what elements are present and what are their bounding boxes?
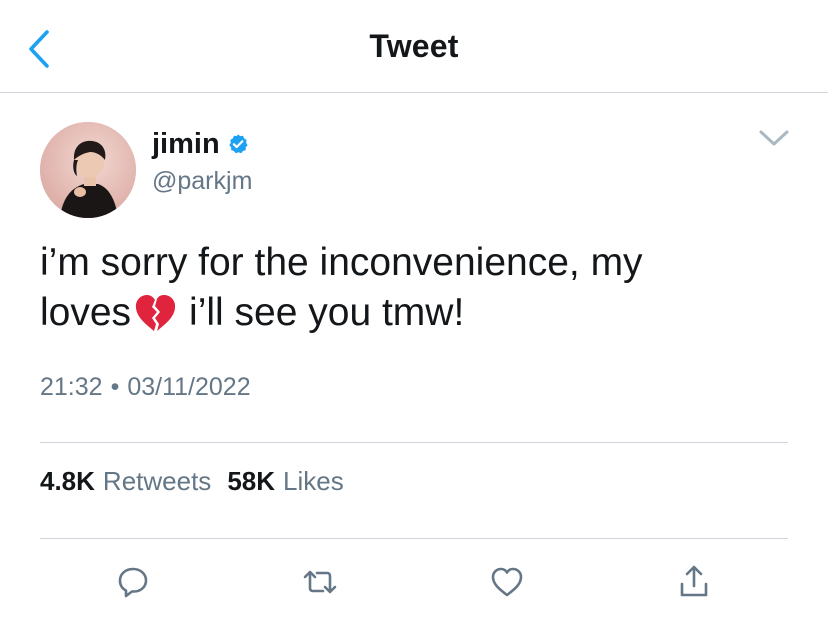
author-handle[interactable]: @parkjm [152,167,252,196]
tweet-text-segment: i’ll see you tmw! [189,291,465,334]
tweet-date: 03/11/2022 [127,373,251,401]
reply-icon [118,567,148,598]
share-icon [680,565,708,597]
reply-button[interactable] [111,560,155,604]
like-icon [491,567,523,597]
meta-separator: • [110,373,120,401]
like-button[interactable] [485,560,529,604]
retweet-icon [303,570,337,594]
retweets-count[interactable]: 4.8K [40,466,95,497]
divider [40,442,788,443]
tweet-action-bar [0,560,828,610]
broken-heart-emoji [135,295,176,331]
author-display-name[interactable]: jimin [152,128,220,161]
tweet-text: i’m sorry for the inconvenience, my love… [40,238,800,338]
avatar[interactable] [40,122,136,218]
tweet-timestamp: 21:32 • 03/11/2022 [40,373,251,402]
author-name-row[interactable]: jimin [152,126,249,162]
retweets-label[interactable]: Retweets [103,466,211,497]
profile-photo [40,122,136,218]
page-title: Tweet [369,28,459,64]
share-button[interactable] [672,560,716,604]
tweet-stats: 4.8K Retweets 58K Likes [40,466,344,497]
divider [40,538,788,539]
tweet-text-line-2: loves i’ll see you tmw! [40,288,800,338]
tweet-text-segment: loves [40,291,132,334]
top-nav-bar: Tweet [0,0,828,93]
likes-count[interactable]: 58K [227,466,275,497]
retweet-button[interactable] [298,560,342,604]
likes-label[interactable]: Likes [283,466,344,497]
tweet-text-line-1: i’m sorry for the inconvenience, my [40,241,643,284]
more-options-button[interactable] [756,124,792,152]
verified-badge-icon [228,134,248,154]
tweet-time: 21:32 [40,373,103,401]
tweet-detail-screen: Tweet jimin @parkjm i’m sorry for the in… [0,0,828,622]
more-caret-icon [759,130,789,146]
